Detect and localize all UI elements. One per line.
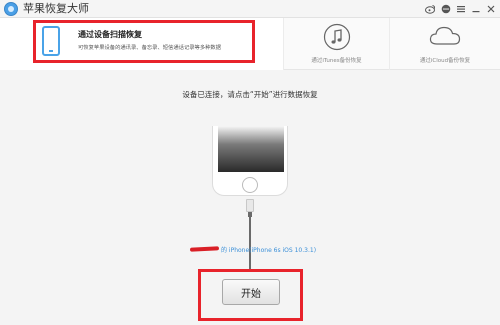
app-logo-icon <box>4 2 18 16</box>
highlight-box-scan <box>33 20 255 63</box>
main-panel: 设备已连接，请点击“开始”进行数据恢复 的 iPhone(iPhone 6s i… <box>0 71 500 325</box>
device-name: 的 iPhone(iPhone 6s iOS 10.3.1) <box>221 246 317 254</box>
home-button-icon <box>242 177 258 193</box>
device-info: 的 iPhone(iPhone 6s iOS 10.3.1) <box>189 244 317 254</box>
title-bar: 苹果恢复大师 <box>0 0 500 18</box>
connection-status: 设备已连接，请点击“开始”进行数据恢复 <box>182 90 318 99</box>
tab-device-scan[interactable]: 通过设备扫描恢复 可恢复苹果设备的通讯录、备忘录、短信通话记录等多种数据 <box>0 18 284 70</box>
tab-icloud-backup[interactable]: 通过iCloud备份恢复 <box>390 18 500 70</box>
scan-tab-title: 通过设备扫描恢复 <box>78 30 142 39</box>
redaction-mark <box>189 246 220 252</box>
window-controls <box>424 1 497 17</box>
tab-itunes-backup[interactable]: 通过iTunes备份恢复 <box>284 18 390 70</box>
weibo-icon[interactable] <box>424 2 437 16</box>
scan-tab-description: 可恢复苹果设备的通讯录、备忘录、短信通话记录等多种数据 <box>78 45 222 51</box>
minimize-icon[interactable] <box>469 2 482 16</box>
phone-screen <box>218 126 284 172</box>
menu-icon[interactable] <box>454 2 467 16</box>
phone-icon <box>42 26 60 56</box>
usb-cable <box>249 217 251 269</box>
cloud-icon <box>428 23 462 53</box>
icloud-tab-label: 通过iCloud备份恢复 <box>419 58 471 64</box>
itunes-tab-label: 通过iTunes备份恢复 <box>311 58 362 64</box>
phone-body <box>212 126 288 196</box>
mode-tabs: 通过设备扫描恢复 可恢复苹果设备的通讯录、备忘录、短信通话记录等多种数据 通过i… <box>0 18 500 70</box>
cable-plug <box>246 199 254 212</box>
chat-icon[interactable] <box>439 2 452 16</box>
music-note-icon <box>323 23 351 55</box>
app-title: 苹果恢复大师 <box>23 2 89 15</box>
start-button[interactable]: 开始 <box>222 279 280 305</box>
close-icon[interactable] <box>484 2 497 16</box>
